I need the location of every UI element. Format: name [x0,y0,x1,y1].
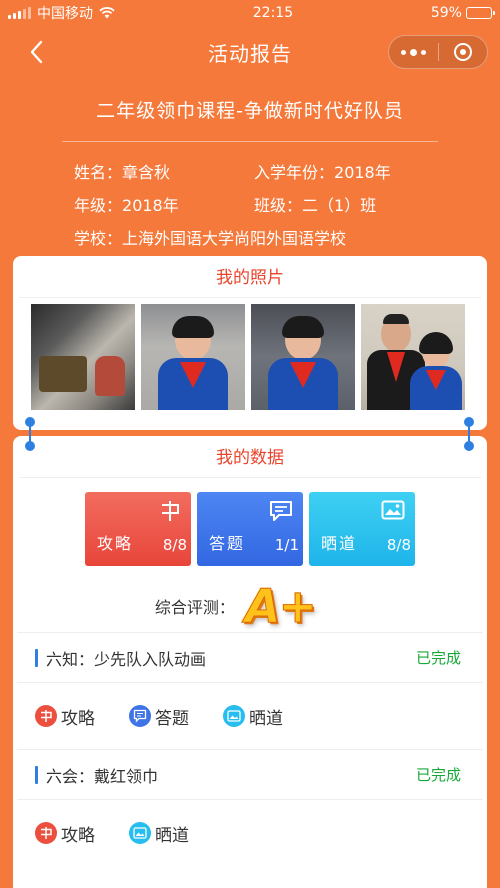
data-card-title: 我的数据 [19,436,481,478]
task-accent-bar [35,648,38,667]
action-label: 晒道 [249,708,283,729]
task-item: 六会：戴红领巾 已完成 攻略 晒道 [17,749,483,866]
grade-value: 2018年 [122,196,179,215]
action-label: 答题 [155,708,189,729]
photos-card-title: 我的照片 [19,256,481,298]
back-arrow-icon [30,40,43,64]
task-status: 已完成 [415,766,461,784]
stat-label: 攻略 [97,534,134,553]
close-miniprogram-button[interactable] [439,36,488,68]
battery-percent: 59% [430,5,462,21]
info-row: 年级：2018年 班级：二（1）班 [74,189,500,222]
stat-count: 8/8 [386,536,411,554]
task-header[interactable]: 六会：戴红领巾 已完成 [17,750,483,800]
overall-evaluation: 综合评测： A+ [13,579,487,634]
flag-icon [35,705,57,727]
navigation-bar: 活动报告 [0,26,500,78]
signal-icon [8,7,31,19]
name-label: 姓名： [74,163,123,182]
status-time: 22:15 [252,5,294,21]
miniprogram-capsule [388,35,488,69]
enroll-year-label: 入学年份： [254,163,335,182]
more-dots-icon [400,48,426,56]
school-value: 上海外国语大学尚阳外国语学校 [122,229,347,248]
battery-icon [465,7,495,19]
drag-handle-right[interactable] [464,417,474,451]
answer-stat-tile[interactable]: 答题 1/1 [197,492,303,566]
stat-count: 8/8 [162,536,187,554]
chat-bubble-icon [129,705,151,727]
title-divider [62,141,438,142]
task-accent-bar [35,765,38,784]
photo-thumbnail[interactable] [251,304,355,410]
image-icon [223,705,245,727]
student-info: 姓名：章含秋 入学年份：2018年 年级：2018年 班级：二（1）班 学校：上… [0,156,500,255]
grade-label: 年级： [74,196,123,215]
info-row: 学校： 上海外国语大学尚阳外国语学校 [74,222,500,255]
carrier-label: 中国移动 [37,6,93,22]
drag-handle-left[interactable] [25,417,35,451]
photo-thumbnail[interactable] [31,304,135,410]
course-title: 二年级领巾课程-争做新时代好队员 [96,100,404,122]
task-name: 六会：戴红领巾 [46,766,159,786]
class-label: 班级： [254,196,303,215]
wifi-icon [99,7,115,19]
photos-card: 我的照片 [13,256,487,430]
action-label: 攻略 [61,825,95,846]
page-title: 活动报告 [208,41,292,66]
school-label: 学校： [74,229,123,248]
action-label: 晒道 [155,825,189,846]
photo-thumbnail[interactable] [141,304,245,410]
student-name: 章含秋 [122,163,171,182]
task-item: 六知：少先队入队动画 已完成 攻略 答题 晒道 [17,632,483,749]
status-left: 中国移动 [8,3,115,23]
strategy-action[interactable]: 攻略 [35,704,95,729]
image-icon [129,822,151,844]
status-bar: 中国移动 22:15 59% [0,0,500,26]
strategy-action[interactable]: 攻略 [35,821,95,846]
back-button[interactable] [24,40,48,64]
stat-count: 1/1 [274,536,299,554]
chat-bubble-icon [270,501,292,521]
task-actions: 攻略 答题 晒道 [17,683,483,749]
battery-status: 59% [430,5,495,21]
data-card: 我的数据 攻略 8/8 答题 1/1 晒道 8/8 综合评测： A+ 六知：少先… [13,436,487,888]
task-header[interactable]: 六知：少先队入队动画 已完成 [17,633,483,683]
evaluation-label: 综合评测： [154,598,235,617]
stat-label: 答题 [209,534,246,553]
more-button[interactable] [389,36,438,68]
task-name: 六知：少先队入队动画 [46,649,207,669]
show-stat-tile[interactable]: 晒道 8/8 [309,492,415,566]
evaluation-grade: A+ [244,579,317,634]
image-icon [381,500,405,520]
flag-icon [35,822,57,844]
stat-label: 晒道 [321,534,358,553]
enroll-year-value: 2018年 [334,163,391,182]
action-label: 攻略 [61,708,95,729]
target-circle-icon [453,43,472,61]
show-action[interactable]: 晒道 [223,704,283,729]
stats-row: 攻略 8/8 答题 1/1 晒道 8/8 [13,492,487,566]
info-row: 姓名：章含秋 入学年份：2018年 [74,156,500,189]
photo-strip [13,298,487,410]
task-actions: 攻略 晒道 [17,800,483,866]
strategy-stat-tile[interactable]: 攻略 8/8 [85,492,191,566]
show-action[interactable]: 晒道 [129,821,189,846]
photo-thumbnail[interactable] [361,304,465,410]
answer-action[interactable]: 答题 [129,704,189,729]
class-value: 二（1）班 [302,196,377,215]
flag-icon [162,501,179,521]
task-status: 已完成 [415,649,461,667]
